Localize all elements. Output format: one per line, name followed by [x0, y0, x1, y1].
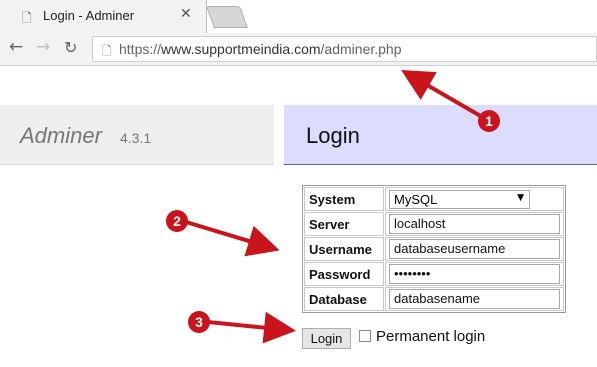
permanent-login-label: Permanent login	[376, 328, 486, 345]
system-label: System	[304, 187, 384, 211]
annotation-arrow-3	[207, 311, 296, 344]
database-label: Database	[304, 287, 384, 311]
annotation-marker-1: 1	[478, 110, 500, 132]
page-info-icon[interactable]: 🗋	[102, 42, 112, 63]
tab-login-adminer[interactable]: 🗋 Login - Adminer ✕	[0, 0, 207, 33]
url-text: https://www.supportmeindia.com/adminer.p…	[119, 41, 402, 57]
username-input[interactable]: databaseusername	[389, 239, 560, 259]
tab-title: Login - Adminer	[43, 8, 135, 23]
tab-strip: 🗋 Login - Adminer ✕	[0, 0, 597, 33]
server-label: Server	[304, 212, 384, 236]
system-select-value: MySQL	[394, 191, 438, 207]
server-input[interactable]: localhost	[389, 214, 560, 234]
url-path: /adminer.php	[320, 41, 402, 57]
new-tab-button[interactable]	[205, 6, 249, 28]
chevron-down-icon: ▼	[517, 192, 524, 203]
adminer-header: Adminer 4.3.1	[0, 105, 274, 165]
annotation-arrow-2	[185, 220, 280, 257]
annotation-marker-3: 3	[188, 311, 210, 333]
table-row: Server localhost	[304, 212, 564, 236]
table-row: Password ••••••••	[304, 262, 564, 286]
browser-toolbar: ← → ↻ 🗋 https://www.supportmeindia.com/a…	[0, 33, 597, 66]
system-select[interactable]: MySQL ▼	[389, 189, 530, 209]
forward-arrow-icon[interactable]: →	[36, 37, 50, 57]
page-title: Login	[306, 123, 360, 148]
table-row: System MySQL ▼	[304, 187, 564, 211]
reload-icon[interactable]: ↻	[64, 38, 77, 57]
password-label: Password	[304, 262, 384, 286]
login-button[interactable]: Login	[302, 328, 351, 349]
address-bar[interactable]: 🗋 https://www.supportmeindia.com/adminer…	[92, 36, 597, 62]
password-input[interactable]: ••••••••	[389, 264, 560, 284]
page-icon: 🗋	[22, 11, 32, 25]
annotation-marker-2: 2	[166, 210, 188, 232]
adminer-version[interactable]: 4.3.1	[120, 130, 151, 146]
table-row: Database databasename	[304, 287, 564, 311]
permanent-login[interactable]: Permanent login	[359, 328, 485, 345]
permanent-login-checkbox[interactable]	[359, 330, 371, 342]
close-icon[interactable]: ✕	[180, 6, 192, 22]
url-scheme: https://	[119, 41, 162, 57]
login-form-table: System MySQL ▼ Server localhost Username …	[302, 185, 566, 313]
username-label: Username	[304, 237, 384, 261]
adminer-logo[interactable]: Adminer	[20, 123, 102, 149]
login-heading-bar: Login	[284, 105, 597, 165]
url-host: www.supportmeindia.com	[161, 41, 321, 57]
database-input[interactable]: databasename	[389, 289, 560, 309]
back-arrow-icon[interactable]: ←	[9, 37, 23, 57]
table-row: Username databaseusername	[304, 237, 564, 261]
